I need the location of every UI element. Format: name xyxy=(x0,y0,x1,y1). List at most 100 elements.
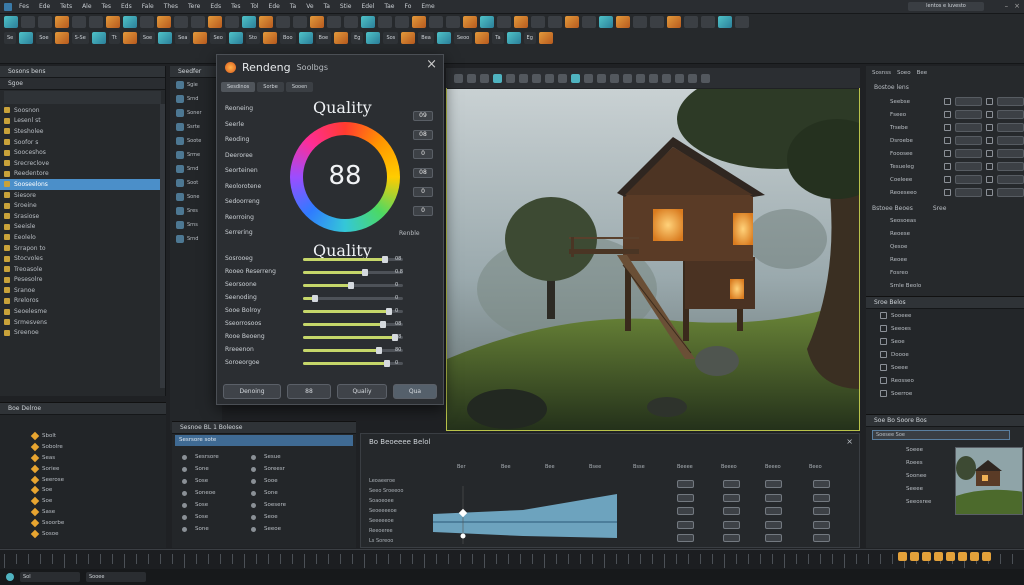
outliner-item[interactable]: Soofor s xyxy=(0,137,165,148)
tool-icon[interactable] xyxy=(701,16,715,28)
menu-item[interactable]: Fale xyxy=(139,3,157,10)
outliner-item[interactable]: Srecreclove xyxy=(0,158,165,169)
timeline[interactable] xyxy=(0,549,1024,569)
outliner-item[interactable]: Soosnon xyxy=(0,105,165,116)
keyframe-button[interactable] xyxy=(765,520,782,529)
asset-item[interactable]: Soote xyxy=(170,134,222,148)
slider-handle[interactable] xyxy=(386,308,392,315)
tool-icon[interactable] xyxy=(242,16,256,28)
layer-item[interactable]: Soe xyxy=(0,485,166,496)
layer-item[interactable]: Seas xyxy=(0,453,166,464)
view-icon[interactable] xyxy=(584,73,593,83)
tool-icon[interactable] xyxy=(436,32,451,44)
outliner-item[interactable]: Sooceshos xyxy=(0,147,165,158)
layer-item[interactable]: Soe xyxy=(0,496,166,507)
material-row[interactable]: Sose Sooe xyxy=(172,475,356,487)
menu-item[interactable]: Ve xyxy=(303,3,316,10)
loop-icon[interactable] xyxy=(958,552,967,561)
props-tab-2[interactable]: Soeo xyxy=(897,70,911,76)
menu-item[interactable]: Edel xyxy=(358,3,377,10)
asset-item[interactable]: Soot xyxy=(170,176,222,190)
toolbar-label[interactable]: Sea xyxy=(175,32,191,44)
tool-icon[interactable] xyxy=(158,32,173,44)
outliner-item[interactable]: Sooseelons xyxy=(0,179,165,190)
property-checkbox[interactable] xyxy=(986,124,993,131)
tool-icon[interactable] xyxy=(38,16,52,28)
asset-item[interactable]: Srns xyxy=(170,218,222,232)
menu-item[interactable]: Tol xyxy=(248,3,262,10)
setting-slider[interactable] xyxy=(303,282,403,289)
outliner-item[interactable]: Srrapon to xyxy=(0,243,165,254)
property-row[interactable]: Soerroe xyxy=(880,387,1024,400)
tool-icon[interactable] xyxy=(21,16,35,28)
dialog-titlebar[interactable]: Rendeng Soolbgs xyxy=(217,55,443,79)
tool-icon[interactable] xyxy=(4,16,18,28)
lock-icon[interactable] xyxy=(688,73,697,83)
setting-value-field[interactable]: 09 xyxy=(413,111,433,121)
tool-icon[interactable] xyxy=(122,32,137,44)
property-value-field[interactable] xyxy=(996,175,1024,184)
preset-button[interactable]: 88 xyxy=(287,384,331,399)
layer-item[interactable]: Sosoe xyxy=(0,528,166,539)
menu-item[interactable]: Stie xyxy=(337,3,355,10)
property-checkbox[interactable] xyxy=(880,351,887,358)
tool-icon[interactable] xyxy=(599,16,613,28)
property-value-field[interactable] xyxy=(996,97,1024,106)
tab-settings[interactable]: Sesdinos xyxy=(221,82,256,92)
outliner-item[interactable]: Stesholee xyxy=(0,126,165,137)
layer-item[interactable]: Soriee xyxy=(0,463,166,474)
dialog-close-icon[interactable]: × xyxy=(426,57,437,72)
keyframe-button[interactable] xyxy=(677,493,694,502)
menu-item[interactable]: Tets xyxy=(57,3,75,10)
record-icon[interactable] xyxy=(982,552,991,561)
outliner-search[interactable] xyxy=(4,91,161,104)
tool-icon[interactable] xyxy=(366,32,381,44)
apply-button[interactable]: Qua xyxy=(393,384,437,399)
outliner-item[interactable]: Stocvoles xyxy=(0,253,165,264)
tool-icon[interactable] xyxy=(262,32,277,44)
setting-slider[interactable] xyxy=(303,334,403,341)
keyframe-button[interactable] xyxy=(813,493,830,502)
material-row[interactable]: Soneoe Sone xyxy=(172,487,356,499)
quality-button[interactable]: Qualiy xyxy=(337,384,387,399)
scale-icon[interactable] xyxy=(493,73,502,83)
outliner-item[interactable]: Lesenl st xyxy=(0,116,165,127)
tool-icon[interactable] xyxy=(259,16,273,28)
asset-item[interactable]: Sgie xyxy=(170,78,222,92)
tool-icon[interactable] xyxy=(344,16,358,28)
layer-item[interactable]: Sbolt xyxy=(0,431,166,442)
menu-item[interactable]: Ede xyxy=(36,3,53,10)
step-forward-icon[interactable] xyxy=(934,552,943,561)
property-checkbox[interactable] xyxy=(986,111,993,118)
tool-icon[interactable] xyxy=(401,32,416,44)
tool-icon[interactable] xyxy=(735,16,749,28)
camera-icon[interactable] xyxy=(454,73,463,83)
property-value-field[interactable] xyxy=(955,175,983,184)
property-checkbox[interactable] xyxy=(986,163,993,170)
setting-slider[interactable] xyxy=(303,256,403,263)
toolbar-label[interactable]: Soe xyxy=(36,32,52,44)
menu-item[interactable]: Ale xyxy=(79,3,94,10)
toolbar-label[interactable]: Seoo xyxy=(453,32,473,44)
tool-icon[interactable] xyxy=(140,16,154,28)
property-value-field[interactable] xyxy=(996,162,1024,171)
property-checkbox[interactable] xyxy=(944,124,951,131)
tool-icon[interactable] xyxy=(55,16,69,28)
keyframe-button[interactable] xyxy=(723,493,740,502)
eye-icon[interactable] xyxy=(545,73,554,83)
tool-icon[interactable] xyxy=(54,32,69,44)
solid-icon[interactable] xyxy=(649,73,658,83)
preview-field[interactable]: Soesee Soe xyxy=(872,430,1010,440)
menu-item[interactable]: Eme xyxy=(418,3,437,10)
property-value-field[interactable] xyxy=(955,110,983,119)
keyframe-button[interactable] xyxy=(723,520,740,529)
tool-icon[interactable] xyxy=(310,16,324,28)
property-row[interactable]: Doooe xyxy=(880,348,1024,361)
property-checkbox[interactable] xyxy=(986,189,993,196)
settings-icon[interactable] xyxy=(701,73,710,83)
keyframe-button[interactable] xyxy=(677,534,694,542)
asset-item[interactable]: Srnd xyxy=(170,232,222,246)
props-tab-3[interactable]: Bee xyxy=(917,70,928,76)
slider-handle[interactable] xyxy=(382,256,388,263)
menu-item[interactable]: Ta xyxy=(287,3,299,10)
